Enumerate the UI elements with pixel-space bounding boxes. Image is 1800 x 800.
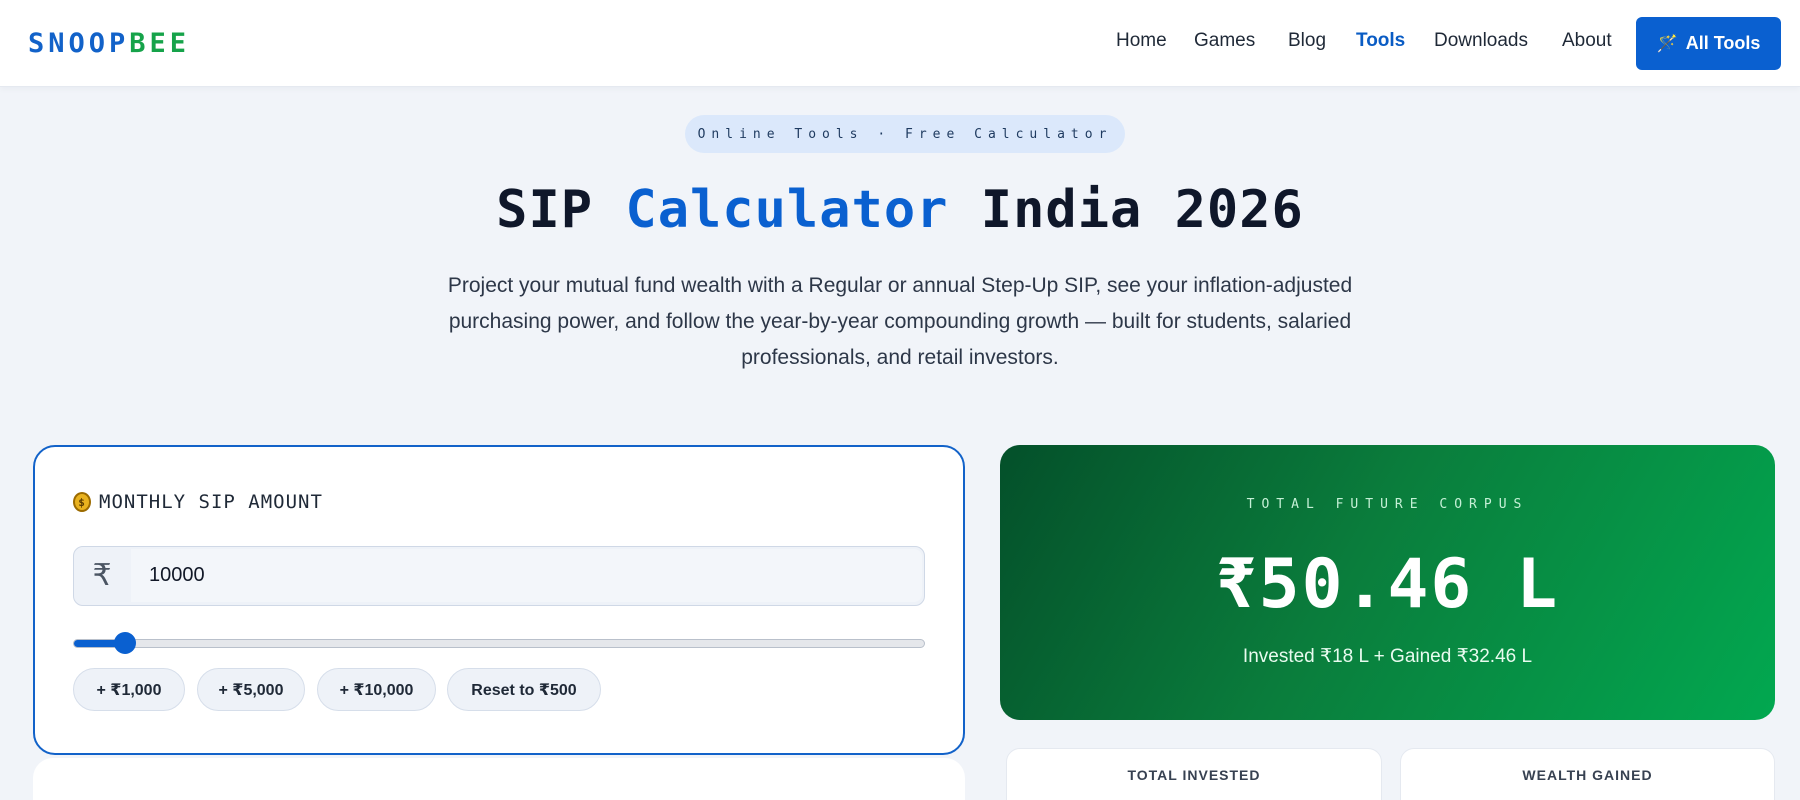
nav-downloads[interactable]: Downloads [1434, 30, 1528, 52]
all-tools-label: All Tools [1685, 33, 1761, 53]
add-5000-button[interactable]: + ₹5,000 [197, 668, 305, 711]
title-accent: Calculator [625, 180, 949, 240]
sip-amount-input[interactable] [131, 549, 922, 602]
add-1000-button[interactable]: + ₹1,000 [73, 668, 185, 711]
slider-handle[interactable] [114, 632, 136, 654]
nav-blog[interactable]: Blog [1288, 30, 1326, 52]
site-header: SNOOPBEE Home Games Blog Tools Downloads… [0, 0, 1800, 87]
total-invested-label: TOTAL INVESTED [1127, 767, 1261, 783]
page-subtitle: Project your mutual fund wealth with a R… [447, 274, 1353, 369]
rupee-icon: ₹ [92, 559, 112, 592]
all-tools-button[interactable]: 🪄 All Tools [1636, 17, 1781, 70]
monthly-sip-label: $ MONTHLY SIP AMOUNT [73, 491, 323, 513]
title-post: India 2026 [948, 180, 1304, 240]
sip-amount-slider[interactable] [73, 632, 925, 654]
monthly-sip-label-text: MONTHLY SIP AMOUNT [99, 491, 323, 513]
amount-field: ₹ [73, 546, 925, 606]
main-nav: Home Games Blog Tools Downloads About [0, 30, 1800, 60]
page-title: SIP Calculator India 2026 [0, 180, 1800, 240]
magic-wand-icon: 🪄 [1656, 33, 1678, 53]
total-corpus-card: TOTAL FUTURE CORPUS ₹50.46 L Invested ₹1… [1000, 445, 1775, 720]
nav-about[interactable]: About [1562, 30, 1612, 52]
nav-home[interactable]: Home [1116, 30, 1167, 52]
nav-tools[interactable]: Tools [1356, 30, 1405, 52]
add-10000-button[interactable]: + ₹10,000 [317, 668, 436, 711]
wealth-gained-card: WEALTH GAINED [1400, 748, 1775, 800]
money-bag-icon: $ [73, 492, 91, 512]
total-invested-card: TOTAL INVESTED [1006, 748, 1382, 800]
next-input-card [33, 758, 965, 800]
title-pre: SIP [496, 180, 626, 240]
wealth-gained-label: WEALTH GAINED [1522, 767, 1653, 783]
monthly-sip-card: $ MONTHLY SIP AMOUNT ₹ + ₹1,000 + ₹5,000… [33, 445, 965, 755]
category-pill: Online Tools · Free Calculator [685, 115, 1125, 153]
nav-games[interactable]: Games [1194, 30, 1255, 52]
reset-amount-button[interactable]: Reset to ₹500 [447, 668, 601, 711]
corpus-value: ₹50.46 L [1215, 545, 1560, 624]
corpus-breakdown: Invested ₹18 L + Gained ₹32.46 L [1242, 646, 1533, 667]
corpus-label: TOTAL FUTURE CORPUS [1246, 497, 1529, 512]
